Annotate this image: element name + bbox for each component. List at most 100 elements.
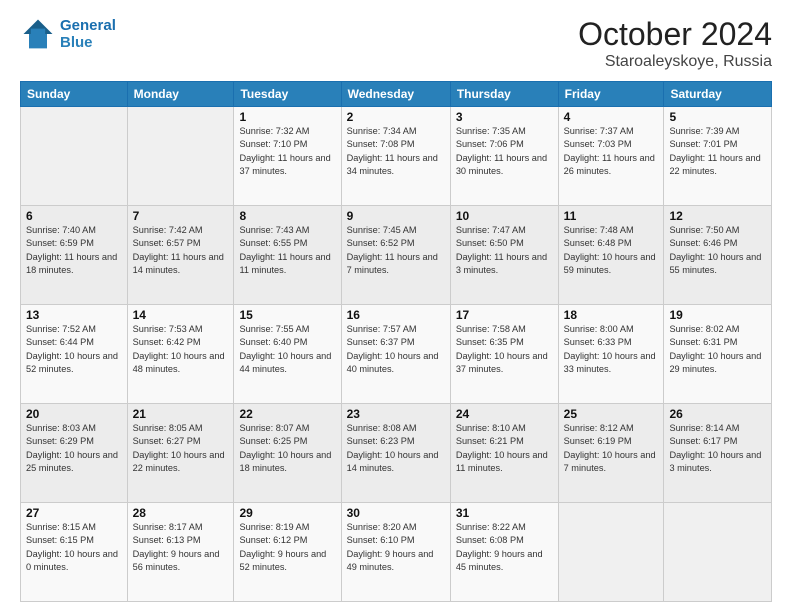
day-info: Sunrise: 8:00 AM Sunset: 6:33 PM Dayligh… [564, 323, 659, 376]
logo: General Blue [20, 16, 116, 52]
day-info: Sunrise: 7:45 AM Sunset: 6:52 PM Dayligh… [347, 224, 445, 277]
day-number: 3 [456, 110, 553, 124]
day-info: Sunrise: 7:32 AM Sunset: 7:10 PM Dayligh… [239, 125, 335, 178]
day-info: Sunrise: 7:42 AM Sunset: 6:57 PM Dayligh… [133, 224, 229, 277]
calendar-cell [21, 107, 128, 206]
day-info: Sunrise: 7:35 AM Sunset: 7:06 PM Dayligh… [456, 125, 553, 178]
day-of-week-header: Wednesday [341, 82, 450, 107]
day-number: 12 [669, 209, 766, 223]
calendar-cell: 22Sunrise: 8:07 AM Sunset: 6:25 PM Dayli… [234, 404, 341, 503]
day-info: Sunrise: 8:22 AM Sunset: 6:08 PM Dayligh… [456, 521, 553, 574]
calendar-table: SundayMondayTuesdayWednesdayThursdayFrid… [20, 81, 772, 602]
calendar-cell: 27Sunrise: 8:15 AM Sunset: 6:15 PM Dayli… [21, 503, 128, 602]
day-number: 27 [26, 506, 122, 520]
calendar-cell: 26Sunrise: 8:14 AM Sunset: 6:17 PM Dayli… [664, 404, 772, 503]
calendar-cell: 6Sunrise: 7:40 AM Sunset: 6:59 PM Daylig… [21, 206, 128, 305]
day-number: 4 [564, 110, 659, 124]
day-of-week-header: Thursday [450, 82, 558, 107]
calendar-cell [127, 107, 234, 206]
calendar-cell: 15Sunrise: 7:55 AM Sunset: 6:40 PM Dayli… [234, 305, 341, 404]
day-info: Sunrise: 8:12 AM Sunset: 6:19 PM Dayligh… [564, 422, 659, 475]
day-number: 17 [456, 308, 553, 322]
day-number: 31 [456, 506, 553, 520]
calendar-cell: 14Sunrise: 7:53 AM Sunset: 6:42 PM Dayli… [127, 305, 234, 404]
calendar-week-row: 1Sunrise: 7:32 AM Sunset: 7:10 PM Daylig… [21, 107, 772, 206]
day-number: 21 [133, 407, 229, 421]
day-info: Sunrise: 7:48 AM Sunset: 6:48 PM Dayligh… [564, 224, 659, 277]
day-info: Sunrise: 7:40 AM Sunset: 6:59 PM Dayligh… [26, 224, 122, 277]
day-number: 15 [239, 308, 335, 322]
calendar-cell: 18Sunrise: 8:00 AM Sunset: 6:33 PM Dayli… [558, 305, 664, 404]
day-number: 13 [26, 308, 122, 322]
calendar-cell: 17Sunrise: 7:58 AM Sunset: 6:35 PM Dayli… [450, 305, 558, 404]
calendar-cell: 28Sunrise: 8:17 AM Sunset: 6:13 PM Dayli… [127, 503, 234, 602]
calendar-cell: 12Sunrise: 7:50 AM Sunset: 6:46 PM Dayli… [664, 206, 772, 305]
page: General Blue October 2024 Staroaleyskoye… [0, 0, 792, 612]
day-info: Sunrise: 7:53 AM Sunset: 6:42 PM Dayligh… [133, 323, 229, 376]
day-info: Sunrise: 7:39 AM Sunset: 7:01 PM Dayligh… [669, 125, 766, 178]
day-info: Sunrise: 8:03 AM Sunset: 6:29 PM Dayligh… [26, 422, 122, 475]
calendar-cell: 31Sunrise: 8:22 AM Sunset: 6:08 PM Dayli… [450, 503, 558, 602]
day-info: Sunrise: 8:20 AM Sunset: 6:10 PM Dayligh… [347, 521, 445, 574]
day-info: Sunrise: 7:55 AM Sunset: 6:40 PM Dayligh… [239, 323, 335, 376]
calendar-cell: 8Sunrise: 7:43 AM Sunset: 6:55 PM Daylig… [234, 206, 341, 305]
day-number: 7 [133, 209, 229, 223]
calendar-week-row: 20Sunrise: 8:03 AM Sunset: 6:29 PM Dayli… [21, 404, 772, 503]
calendar-cell: 30Sunrise: 8:20 AM Sunset: 6:10 PM Dayli… [341, 503, 450, 602]
day-of-week-header: Saturday [664, 82, 772, 107]
header: General Blue October 2024 Staroaleyskoye… [20, 16, 772, 71]
day-info: Sunrise: 8:02 AM Sunset: 6:31 PM Dayligh… [669, 323, 766, 376]
calendar-cell: 7Sunrise: 7:42 AM Sunset: 6:57 PM Daylig… [127, 206, 234, 305]
calendar-cell: 24Sunrise: 8:10 AM Sunset: 6:21 PM Dayli… [450, 404, 558, 503]
calendar-cell: 25Sunrise: 8:12 AM Sunset: 6:19 PM Dayli… [558, 404, 664, 503]
day-info: Sunrise: 8:14 AM Sunset: 6:17 PM Dayligh… [669, 422, 766, 475]
day-number: 11 [564, 209, 659, 223]
day-number: 8 [239, 209, 335, 223]
logo-icon [20, 16, 56, 52]
calendar-header-row: SundayMondayTuesdayWednesdayThursdayFrid… [21, 82, 772, 107]
day-info: Sunrise: 7:50 AM Sunset: 6:46 PM Dayligh… [669, 224, 766, 277]
day-number: 9 [347, 209, 445, 223]
calendar-week-row: 6Sunrise: 7:40 AM Sunset: 6:59 PM Daylig… [21, 206, 772, 305]
calendar-cell: 20Sunrise: 8:03 AM Sunset: 6:29 PM Dayli… [21, 404, 128, 503]
calendar-cell: 2Sunrise: 7:34 AM Sunset: 7:08 PM Daylig… [341, 107, 450, 206]
day-number: 14 [133, 308, 229, 322]
calendar-cell: 5Sunrise: 7:39 AM Sunset: 7:01 PM Daylig… [664, 107, 772, 206]
day-number: 5 [669, 110, 766, 124]
day-info: Sunrise: 8:10 AM Sunset: 6:21 PM Dayligh… [456, 422, 553, 475]
day-number: 22 [239, 407, 335, 421]
day-info: Sunrise: 8:05 AM Sunset: 6:27 PM Dayligh… [133, 422, 229, 475]
title-block: October 2024 Staroaleyskoye, Russia [578, 16, 772, 71]
day-info: Sunrise: 7:43 AM Sunset: 6:55 PM Dayligh… [239, 224, 335, 277]
day-number: 29 [239, 506, 335, 520]
calendar-cell: 10Sunrise: 7:47 AM Sunset: 6:50 PM Dayli… [450, 206, 558, 305]
calendar-cell: 29Sunrise: 8:19 AM Sunset: 6:12 PM Dayli… [234, 503, 341, 602]
day-of-week-header: Sunday [21, 82, 128, 107]
day-number: 30 [347, 506, 445, 520]
day-info: Sunrise: 8:17 AM Sunset: 6:13 PM Dayligh… [133, 521, 229, 574]
calendar-cell: 4Sunrise: 7:37 AM Sunset: 7:03 PM Daylig… [558, 107, 664, 206]
day-number: 16 [347, 308, 445, 322]
location-title: Staroaleyskoye, Russia [578, 53, 772, 71]
calendar-cell: 3Sunrise: 7:35 AM Sunset: 7:06 PM Daylig… [450, 107, 558, 206]
logo-text: General Blue [60, 17, 116, 51]
day-info: Sunrise: 8:07 AM Sunset: 6:25 PM Dayligh… [239, 422, 335, 475]
calendar-cell: 16Sunrise: 7:57 AM Sunset: 6:37 PM Dayli… [341, 305, 450, 404]
calendar-week-row: 13Sunrise: 7:52 AM Sunset: 6:44 PM Dayli… [21, 305, 772, 404]
day-number: 24 [456, 407, 553, 421]
day-info: Sunrise: 8:08 AM Sunset: 6:23 PM Dayligh… [347, 422, 445, 475]
calendar-cell: 13Sunrise: 7:52 AM Sunset: 6:44 PM Dayli… [21, 305, 128, 404]
day-number: 25 [564, 407, 659, 421]
day-of-week-header: Monday [127, 82, 234, 107]
day-info: Sunrise: 8:15 AM Sunset: 6:15 PM Dayligh… [26, 521, 122, 574]
day-info: Sunrise: 7:52 AM Sunset: 6:44 PM Dayligh… [26, 323, 122, 376]
day-number: 20 [26, 407, 122, 421]
day-info: Sunrise: 7:58 AM Sunset: 6:35 PM Dayligh… [456, 323, 553, 376]
day-info: Sunrise: 7:37 AM Sunset: 7:03 PM Dayligh… [564, 125, 659, 178]
calendar-cell: 11Sunrise: 7:48 AM Sunset: 6:48 PM Dayli… [558, 206, 664, 305]
day-of-week-header: Friday [558, 82, 664, 107]
day-number: 10 [456, 209, 553, 223]
month-title: October 2024 [578, 16, 772, 53]
day-number: 28 [133, 506, 229, 520]
calendar-cell [558, 503, 664, 602]
